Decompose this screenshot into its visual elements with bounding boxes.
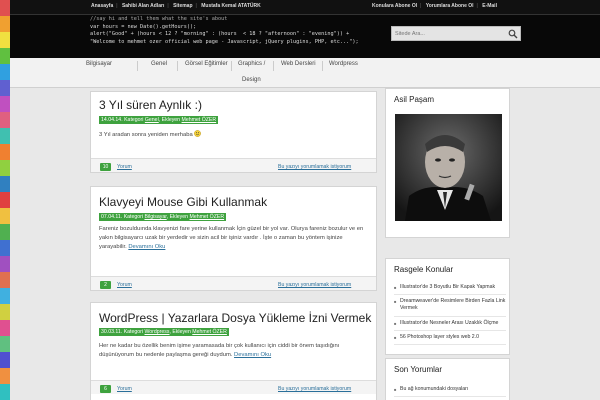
subscribe-comments-link[interactable]: Yorumlara Abone Ol (426, 3, 474, 9)
nav-item-web-dersleri[interactable]: Web Dersleri (281, 61, 316, 67)
post-category-link[interactable]: Bilgisayar (144, 214, 166, 220)
comment-count-badge: 10 (100, 163, 111, 171)
code-line: "Welcome to mehmet ozer official web pag… (90, 38, 359, 45)
post-excerpt: Her ne kadar bu özellik benim işime yara… (99, 342, 371, 360)
post-excerpt: 3 Yıl aradan sonra yeniden merhaba (99, 130, 371, 140)
nav-item-genel[interactable]: Genel (151, 61, 167, 67)
portrait-image (395, 114, 502, 221)
top-bar: Anasayfa | Sahibi Alan Adları | Sitemap | M… (10, 0, 600, 14)
list-item[interactable]: Illustrator'de 3 Boyutlu Bir Kapak Yapma… (394, 281, 506, 296)
post-author-link[interactable]: Mehmet ÖZER (182, 117, 217, 123)
email-link[interactable]: E-Mail (482, 3, 497, 9)
post-date: 30.03.11. (101, 329, 123, 335)
read-more-link[interactable]: Devamını Oku (234, 352, 271, 358)
site-header: //say hi and tell them what the site's a… (10, 14, 600, 58)
top-nav: Anasayfa | Sahibi Alan Adları | Sitemap | M… (91, 3, 261, 9)
write-comment-link[interactable]: Bu yazıyı yorumlamak istiyorum (278, 386, 351, 392)
category-prefix: Kategori (124, 117, 144, 123)
code-line: //say hi and tell them what the site's a… (90, 16, 228, 22)
widget-title: Asil Paşam (394, 95, 435, 104)
widget-portrait: Asil Paşam (385, 88, 510, 238)
post-date: 07.04.11. (101, 214, 123, 220)
post-excerpt: Fareniz bozulduında klavyenizi fare yeri… (99, 225, 371, 253)
list-item[interactable]: Bu ağ konumundaki dosyaları (394, 383, 506, 398)
post-card: 3 Yıl süren Aynlık :) 14.04.14. Kategori… (90, 91, 377, 173)
portrait-drawing (395, 114, 502, 221)
nav-divider (322, 61, 323, 71)
nav-item-gorsel-egitimler[interactable]: Görsel Eğitimler (185, 61, 228, 67)
category-prefix: Kategori (123, 329, 144, 335)
nav-divider (177, 61, 178, 71)
nav-divider (231, 61, 232, 71)
widget-title: Son Yorumlar (394, 365, 443, 374)
post-footer: 10 Yorum Bu yazıyı yorumlamak istiyorum (91, 158, 376, 172)
post-excerpt-text: Her ne kadar bu özellik benim işime yara… (99, 343, 340, 359)
widget-random-topics: Rasgele Konular Illustrator'de 3 Boyutlu… (385, 258, 510, 355)
comments-link[interactable]: Yorum (117, 164, 132, 170)
search-box (391, 26, 521, 41)
subscribe-posts-link[interactable]: Konulara Abone Ol (372, 3, 417, 9)
list-item[interactable]: 56 Photoshop layer styles web 2.0 (394, 331, 506, 346)
smiley-icon (194, 130, 202, 137)
search-input[interactable] (395, 29, 503, 39)
list-item[interactable]: Dreamweaver'de Resimlere Birden Fazla Li… (394, 295, 506, 317)
author-prefix: Ekleyen (169, 214, 189, 220)
write-comment-link[interactable]: Bu yazıyı yorumlamak istiyorum (278, 282, 351, 288)
post-card: Klavyeyi Mouse Gibi Kullanmak 07.04.11. … (90, 186, 377, 291)
nav-item-design[interactable]: Design (242, 77, 261, 83)
post-meta: 07.04.11. Kategori Bilgisayar, Ekleyen M… (99, 213, 227, 221)
post-author-link[interactable]: Mehmet ÖZER (190, 214, 225, 220)
top-link-domains[interactable]: Sahibi Alan Adları (122, 3, 164, 9)
code-line: var hours = new Date().getHours(); (90, 23, 197, 30)
post-footer: 6 Yorum Bu yazıyı yorumlamak istiyorum (91, 380, 376, 394)
post-category-link[interactable]: Genel (145, 117, 159, 123)
author-prefix: Ekleyen (172, 329, 191, 335)
comments-link[interactable]: Yorum (117, 386, 132, 392)
main-nav: Bilgisayar Genel Görsel Eğitimler Graphi… (10, 58, 600, 88)
top-link-ataturk[interactable]: Mustafa Kemal ATATÜRK (201, 3, 261, 9)
post-author-link[interactable]: Mehmet ÖZER (192, 329, 227, 335)
post-footer: 2 Yorum Bu yazıyı yorumlamak istiyorum (91, 276, 376, 290)
nav-divider (273, 61, 274, 71)
decorative-color-strip (0, 0, 10, 400)
read-more-link[interactable]: Devamını Oku (128, 244, 165, 250)
post-title[interactable]: Klavyeyi Mouse Gibi Kullanmak (99, 195, 267, 209)
nav-item-wordpress[interactable]: Wordpress (329, 61, 358, 67)
post-date: 14.04.14. (101, 117, 123, 123)
nav-item-graphics[interactable]: Graphics / (238, 61, 265, 67)
comment-count-badge: 2 (100, 281, 111, 289)
random-topics-list: Illustrator'de 3 Boyutlu Bir Kapak Yapma… (394, 281, 506, 346)
post-title[interactable]: WordPress | Yazarlara Dosya Yükleme İzni… (99, 311, 371, 325)
post-excerpt-text: 3 Yıl aradan sonra yeniden merhaba (99, 132, 193, 138)
post-meta: 14.04.14. Kategori Genel, Ekleyen Mehmet… (99, 116, 219, 124)
code-line: alert("Good" + (hours < 12 ? "morning" :… (90, 31, 350, 38)
top-link-sitemap[interactable]: Sitemap (173, 3, 192, 9)
post-meta: 30.03.11. Kategori Wordpress, Ekleyen Me… (99, 328, 229, 336)
post-title[interactable]: 3 Yıl süren Aynlık :) (99, 98, 202, 112)
comments-link[interactable]: Yorum (117, 282, 132, 288)
search-icon[interactable] (508, 29, 518, 39)
widget-title: Rasgele Konular (394, 265, 454, 274)
nav-divider (137, 61, 138, 71)
nav-item-bilgisayar[interactable]: Bilgisayar (86, 61, 112, 67)
header-code-snippet: //say hi and tell them what the site's a… (90, 16, 359, 46)
widget-recent-comments: Son Yorumlar Bu ağ konumundaki dosyaları (385, 358, 510, 400)
post-card: WordPress | Yazarlara Dosya Yükleme İzni… (90, 302, 377, 400)
post-category-link[interactable]: Wordpress (144, 329, 169, 335)
write-comment-link[interactable]: Bu yazıyı yorumlamak istiyorum (278, 164, 351, 170)
list-item[interactable]: Illustrator'de Nesneler Arası Uzaklık Öl… (394, 317, 506, 331)
comment-count-badge: 6 (100, 385, 111, 393)
top-link-home[interactable]: Anasayfa (91, 3, 113, 9)
category-prefix: Kategori (123, 214, 144, 220)
subscribe-links: Konulara Abone Ol | Yorumlara Abone Ol | E… (372, 3, 497, 9)
author-prefix: Ekleyen (161, 117, 181, 123)
recent-comments-list: Bu ağ konumundaki dosyaları (394, 383, 506, 398)
